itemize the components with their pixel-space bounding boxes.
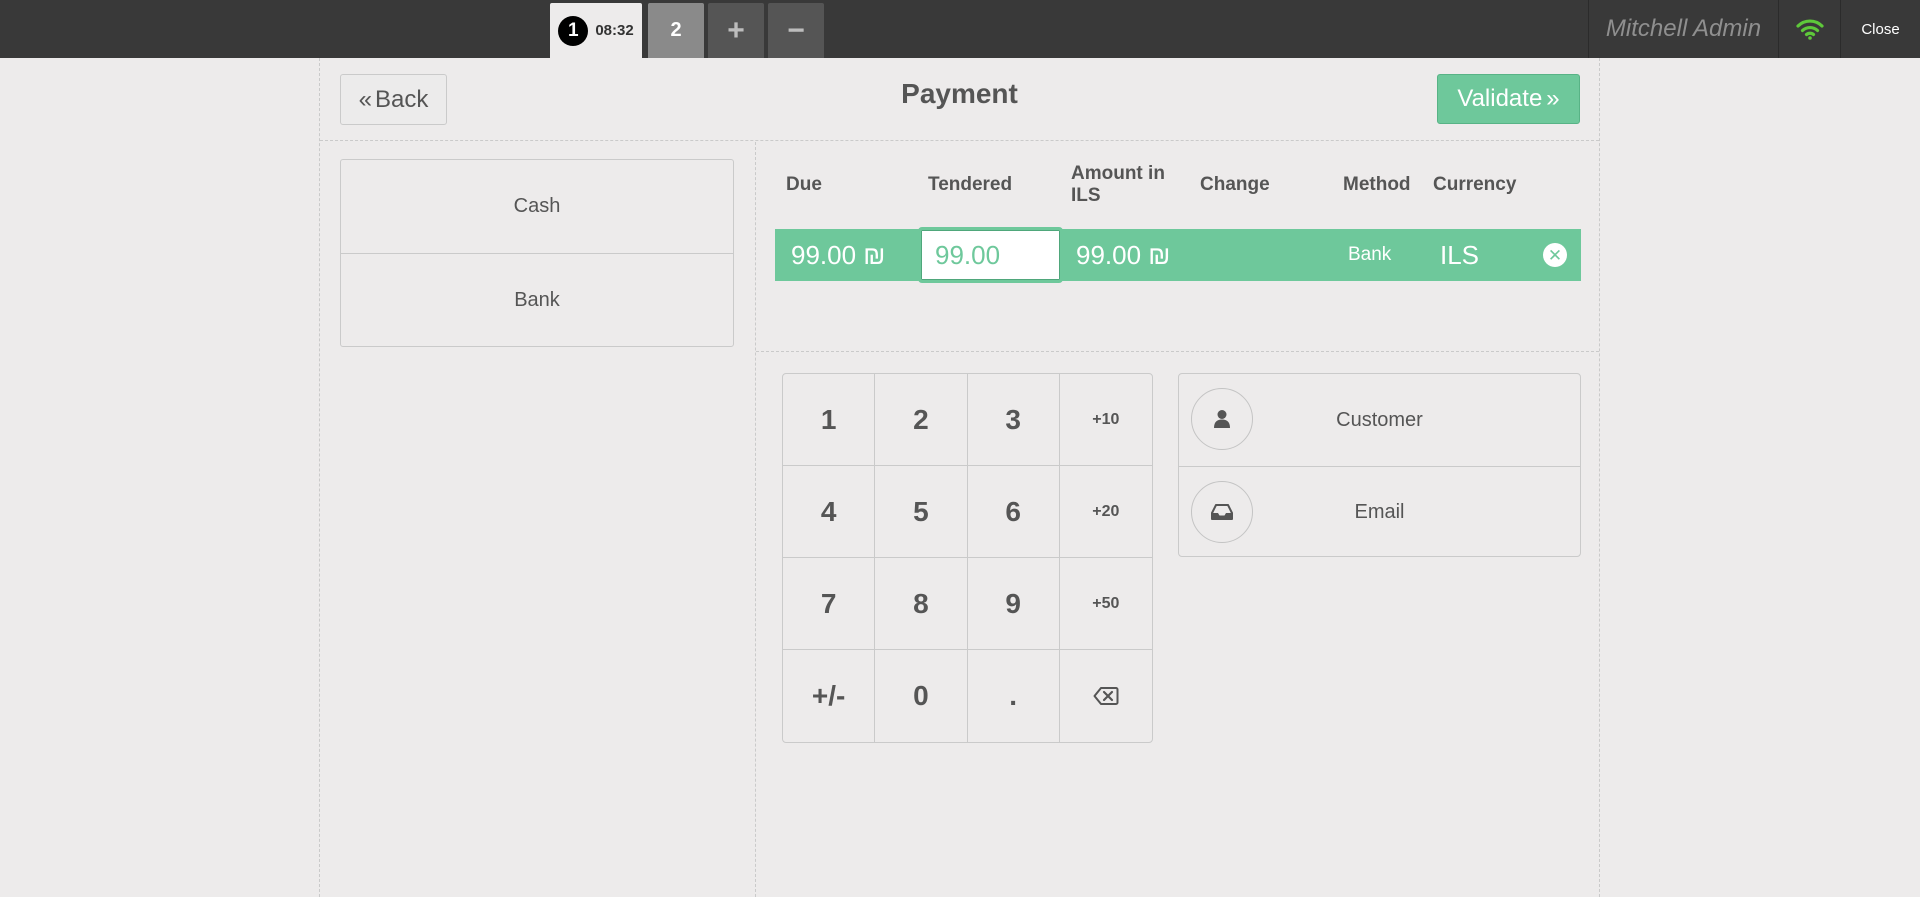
horizontal-divider (756, 351, 1599, 352)
column-method: Method (1343, 174, 1411, 195)
order-tab-1[interactable]: 1 08:32 (550, 3, 642, 58)
payment-method-bank[interactable]: Bank (341, 253, 733, 346)
paymentline-row[interactable]: 99.00 ₪ 99.00 99.00 ₪ Bank ILS ✕ (775, 227, 1581, 283)
delete-paymentline-button[interactable]: ✕ (1543, 229, 1567, 281)
payment-extras: Customer Email (1178, 373, 1581, 557)
numpad-key-4[interactable]: 4 (783, 466, 876, 558)
paymentline-amount: 99.00 ₪ (1076, 239, 1171, 270)
numpad-key-9[interactable]: 9 (967, 558, 1060, 650)
order-sequence-badge: 1 (558, 15, 589, 46)
numpad-key-7[interactable]: 7 (783, 558, 876, 650)
remove-order-button[interactable]: − (768, 3, 824, 58)
close-circle-icon: ✕ (1543, 243, 1567, 267)
email-button[interactable]: Email (1179, 466, 1580, 558)
column-change: Change (1200, 174, 1270, 195)
minus-icon: − (787, 13, 805, 47)
double-chevron-right-icon: » (1546, 85, 1560, 112)
payment-header: « Back Payment Validate » (320, 58, 1599, 141)
order-time: 08:32 (595, 22, 634, 39)
user-icon (1214, 410, 1230, 428)
payment-method-cash[interactable]: Cash (341, 160, 733, 253)
numpad-key-8[interactable]: 8 (875, 558, 968, 650)
wifi-icon (1795, 19, 1824, 40)
numpad-key-plus10[interactable]: +10 (1059, 374, 1152, 466)
email-label: Email (1354, 501, 1405, 523)
customer-icon-circle (1191, 388, 1253, 450)
pos-topbar: 1 08:32 2 + − Mitchell Admin Close (0, 0, 1920, 58)
paymentline-due: 99.00 ₪ (791, 239, 886, 270)
numpad-key-plus50[interactable]: +50 (1059, 558, 1152, 650)
numpad: 1 2 3 +10 4 5 6 +20 7 8 9 +50 +/- 0 . (782, 373, 1153, 743)
numpad-key-0[interactable]: 0 (875, 650, 968, 742)
vertical-divider (755, 142, 756, 897)
numpad-key-5[interactable]: 5 (875, 466, 968, 558)
add-order-button[interactable]: + (708, 3, 764, 58)
payment-screen: « Back Payment Validate » Cash Bank Due … (319, 58, 1600, 897)
numpad-key-plus20[interactable]: +20 (1059, 466, 1152, 558)
page-title: Payment (901, 78, 1018, 109)
close-button[interactable]: Close (1840, 0, 1920, 58)
customer-button[interactable]: Customer (1179, 374, 1580, 466)
email-icon-circle (1191, 481, 1253, 543)
order-sequence: 2 (670, 19, 682, 41)
inbox-icon (1211, 504, 1233, 520)
payment-methods-list: Cash Bank (340, 159, 734, 347)
username: Mitchell Admin (1588, 0, 1778, 58)
backspace-icon (1093, 687, 1119, 705)
column-due: Due (786, 174, 822, 195)
numpad-key-3[interactable]: 3 (967, 374, 1060, 466)
numpad-key-6[interactable]: 6 (967, 466, 1060, 558)
wifi-status[interactable] (1778, 0, 1840, 58)
plus-icon: + (727, 13, 745, 47)
validate-button[interactable]: Validate » (1437, 74, 1580, 124)
numpad-key-plus-minus[interactable]: +/- (783, 650, 876, 742)
numpad-key-1[interactable]: 1 (783, 374, 876, 466)
column-tendered: Tendered (928, 174, 1013, 195)
validate-label: Validate (1457, 85, 1543, 112)
paymentline-tendered-input[interactable]: 99.00 (918, 227, 1063, 283)
numpad-key-backspace[interactable] (1060, 650, 1152, 742)
numpad-key-2[interactable]: 2 (875, 374, 968, 466)
paymentline-method: Bank (1348, 244, 1392, 265)
paymentline-currency: ILS (1440, 239, 1480, 270)
order-tab-2[interactable]: 2 (648, 3, 704, 58)
column-amount: Amount in ILS (1071, 163, 1165, 206)
customer-label: Customer (1336, 408, 1423, 431)
numpad-key-decimal[interactable]: . (968, 650, 1060, 742)
topbar-status: Mitchell Admin Close (1588, 0, 1920, 58)
column-currency: Currency (1433, 174, 1517, 195)
